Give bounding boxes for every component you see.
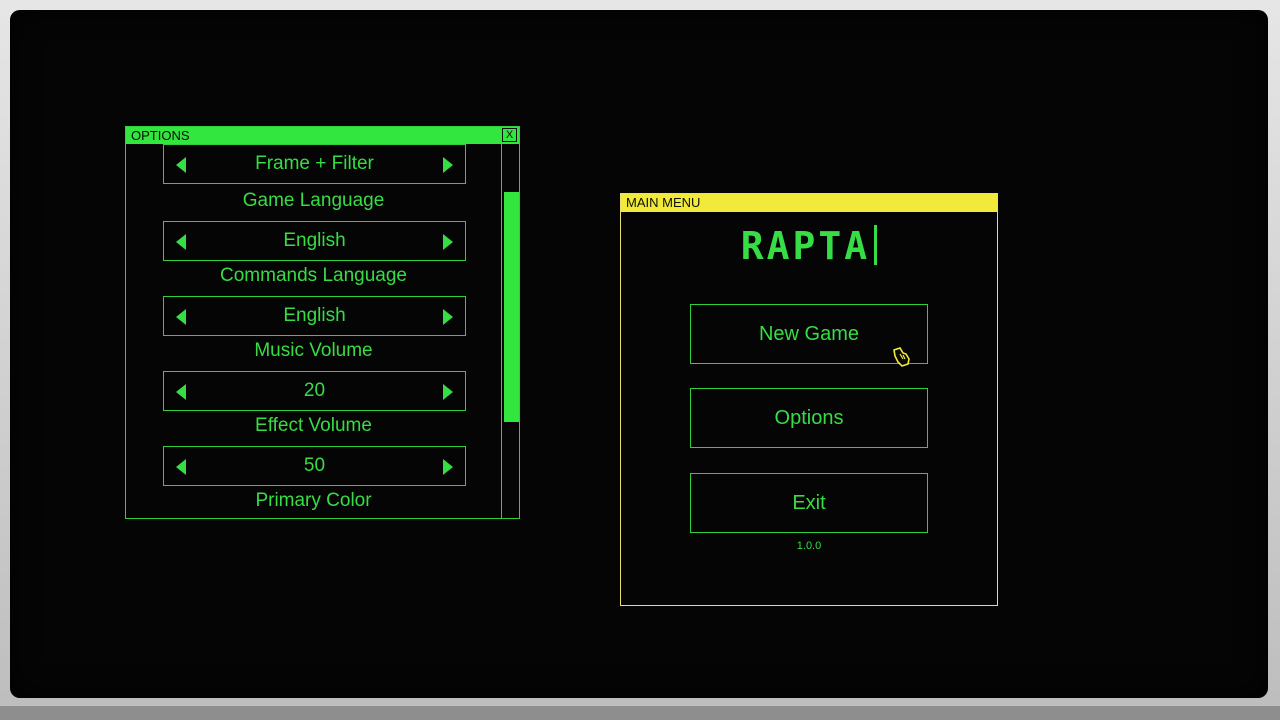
music-volume-label: Music Volume <box>254 340 373 361</box>
options-title-bar[interactable]: OPTIONS X <box>126 127 519 144</box>
effect-volume-label: Effect Volume <box>255 415 372 436</box>
primary-color-label: Primary Color <box>255 490 372 511</box>
options-button[interactable]: Options <box>690 388 928 448</box>
arrow-right-icon[interactable] <box>443 384 453 400</box>
game-logo: RAPTA <box>621 224 997 268</box>
options-scrollbar[interactable] <box>501 144 520 518</box>
display-mode-value: Frame + Filter <box>255 153 374 174</box>
music-volume-selector: 20 <box>163 371 466 411</box>
game-screen: OPTIONS X Frame + Filter Game Language E… <box>10 10 1268 698</box>
effect-volume-value: 50 <box>303 455 326 476</box>
effect-volume-selector: 50 <box>163 446 466 486</box>
options-list: Frame + Filter Game Language English Com… <box>126 144 501 518</box>
scrollbar-thumb[interactable] <box>504 192 519 422</box>
hand-cursor-icon <box>893 347 910 367</box>
main-menu-window: MAIN MENU RAPTA New Game Options Exit 1.… <box>620 193 998 606</box>
commands-language-label: Commands Language <box>220 265 407 286</box>
version-label: 1.0.0 <box>796 540 822 552</box>
commands-language-selector: English <box>163 296 466 336</box>
game-language-label: Game Language <box>242 190 385 211</box>
commands-language-value: English <box>283 305 346 326</box>
text-cursor-icon <box>874 225 878 265</box>
options-title: OPTIONS <box>131 128 190 143</box>
arrow-right-icon[interactable] <box>443 309 453 325</box>
exit-button[interactable]: Exit <box>690 473 928 533</box>
display-mode-selector: Frame + Filter <box>163 144 466 184</box>
arrow-right-icon[interactable] <box>443 459 453 475</box>
close-button[interactable]: X <box>502 128 517 142</box>
game-language-selector: English <box>163 221 466 261</box>
main-menu-title: MAIN MENU <box>621 194 997 212</box>
arrow-right-icon[interactable] <box>443 234 453 250</box>
taskbar-strip <box>0 706 1280 720</box>
options-window: OPTIONS X Frame + Filter Game Language E… <box>125 126 520 519</box>
arrow-right-icon[interactable] <box>443 157 453 173</box>
music-volume-value: 20 <box>303 380 326 401</box>
logo-text: RAPTA <box>740 224 871 268</box>
game-language-value: English <box>283 230 346 251</box>
